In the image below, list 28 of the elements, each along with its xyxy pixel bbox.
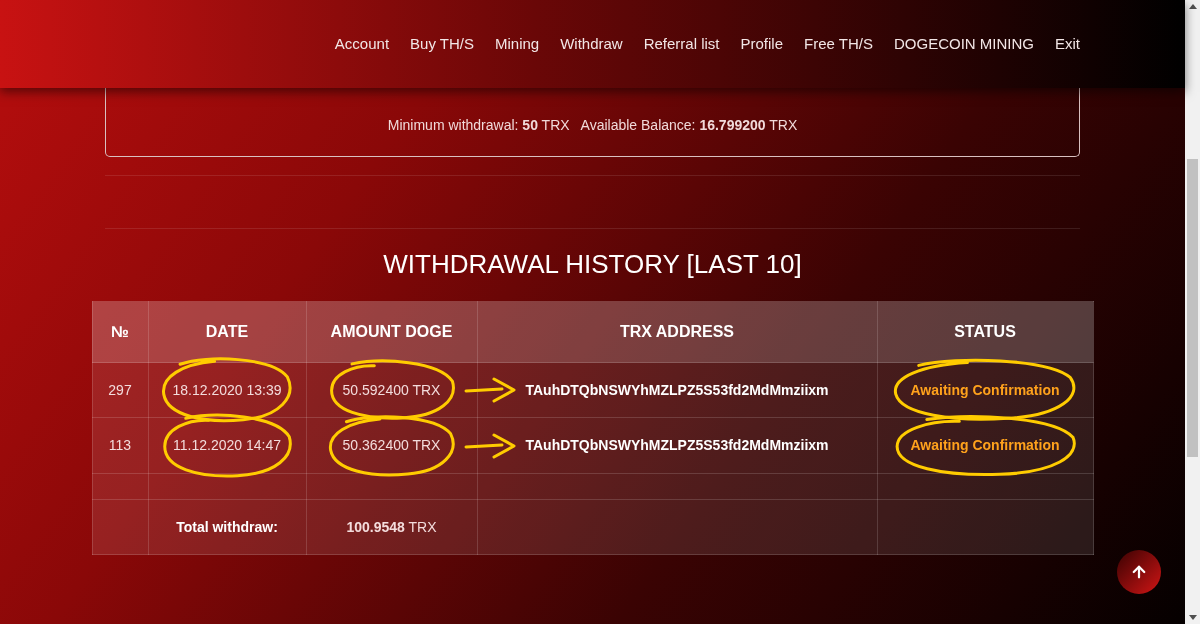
nav-link[interactable]: Mining (494, 32, 540, 56)
nav-link[interactable]: Account (334, 32, 390, 56)
nav-link[interactable]: Withdraw (560, 32, 623, 56)
nav-link[interactable]: Profile (740, 32, 784, 56)
nav-link[interactable]: Buy TH/S (410, 32, 474, 56)
column-header: TRX ADDRESS (477, 301, 877, 363)
nav-link[interactable]: Free TH/S (804, 32, 873, 56)
scrollbar-thumb[interactable] (1187, 159, 1198, 457)
column-header: AMOUNT DOGE (306, 301, 477, 363)
scroll-down-arrow-icon[interactable] (1188, 615, 1197, 620)
total-amount: 100.9548 TRX (306, 499, 477, 555)
table-cell: 50.362400 TRX (306, 417, 477, 474)
column-header: № (92, 301, 148, 363)
nav-link[interactable]: Exit (1055, 32, 1080, 56)
nav-link[interactable]: DOGECOIN MINING (893, 32, 1034, 56)
nav-link[interactable]: Referral list (643, 32, 720, 56)
scroll-to-top-button[interactable] (1117, 550, 1161, 594)
column-header: DATE (148, 301, 306, 363)
total-label: Total withdraw: (148, 499, 306, 555)
table-cell: Awaiting Confirmation (877, 417, 1093, 474)
available-balance-text: Available Balance: 16.799200 TRX (580, 116, 798, 135)
scroll-up-arrow-icon[interactable] (1188, 4, 1197, 9)
withdrawal-history-heading: WITHDRAWAL HISTORY [LAST 10] (382, 248, 803, 281)
column-header: STATUS (877, 301, 1093, 363)
table-cell: 297 (92, 362, 148, 418)
scrollbar[interactable] (1185, 0, 1200, 624)
minimum-withdrawal-text: Minimum withdrawal: 50 TRX (387, 116, 570, 135)
table-cell: 113 (92, 417, 148, 474)
